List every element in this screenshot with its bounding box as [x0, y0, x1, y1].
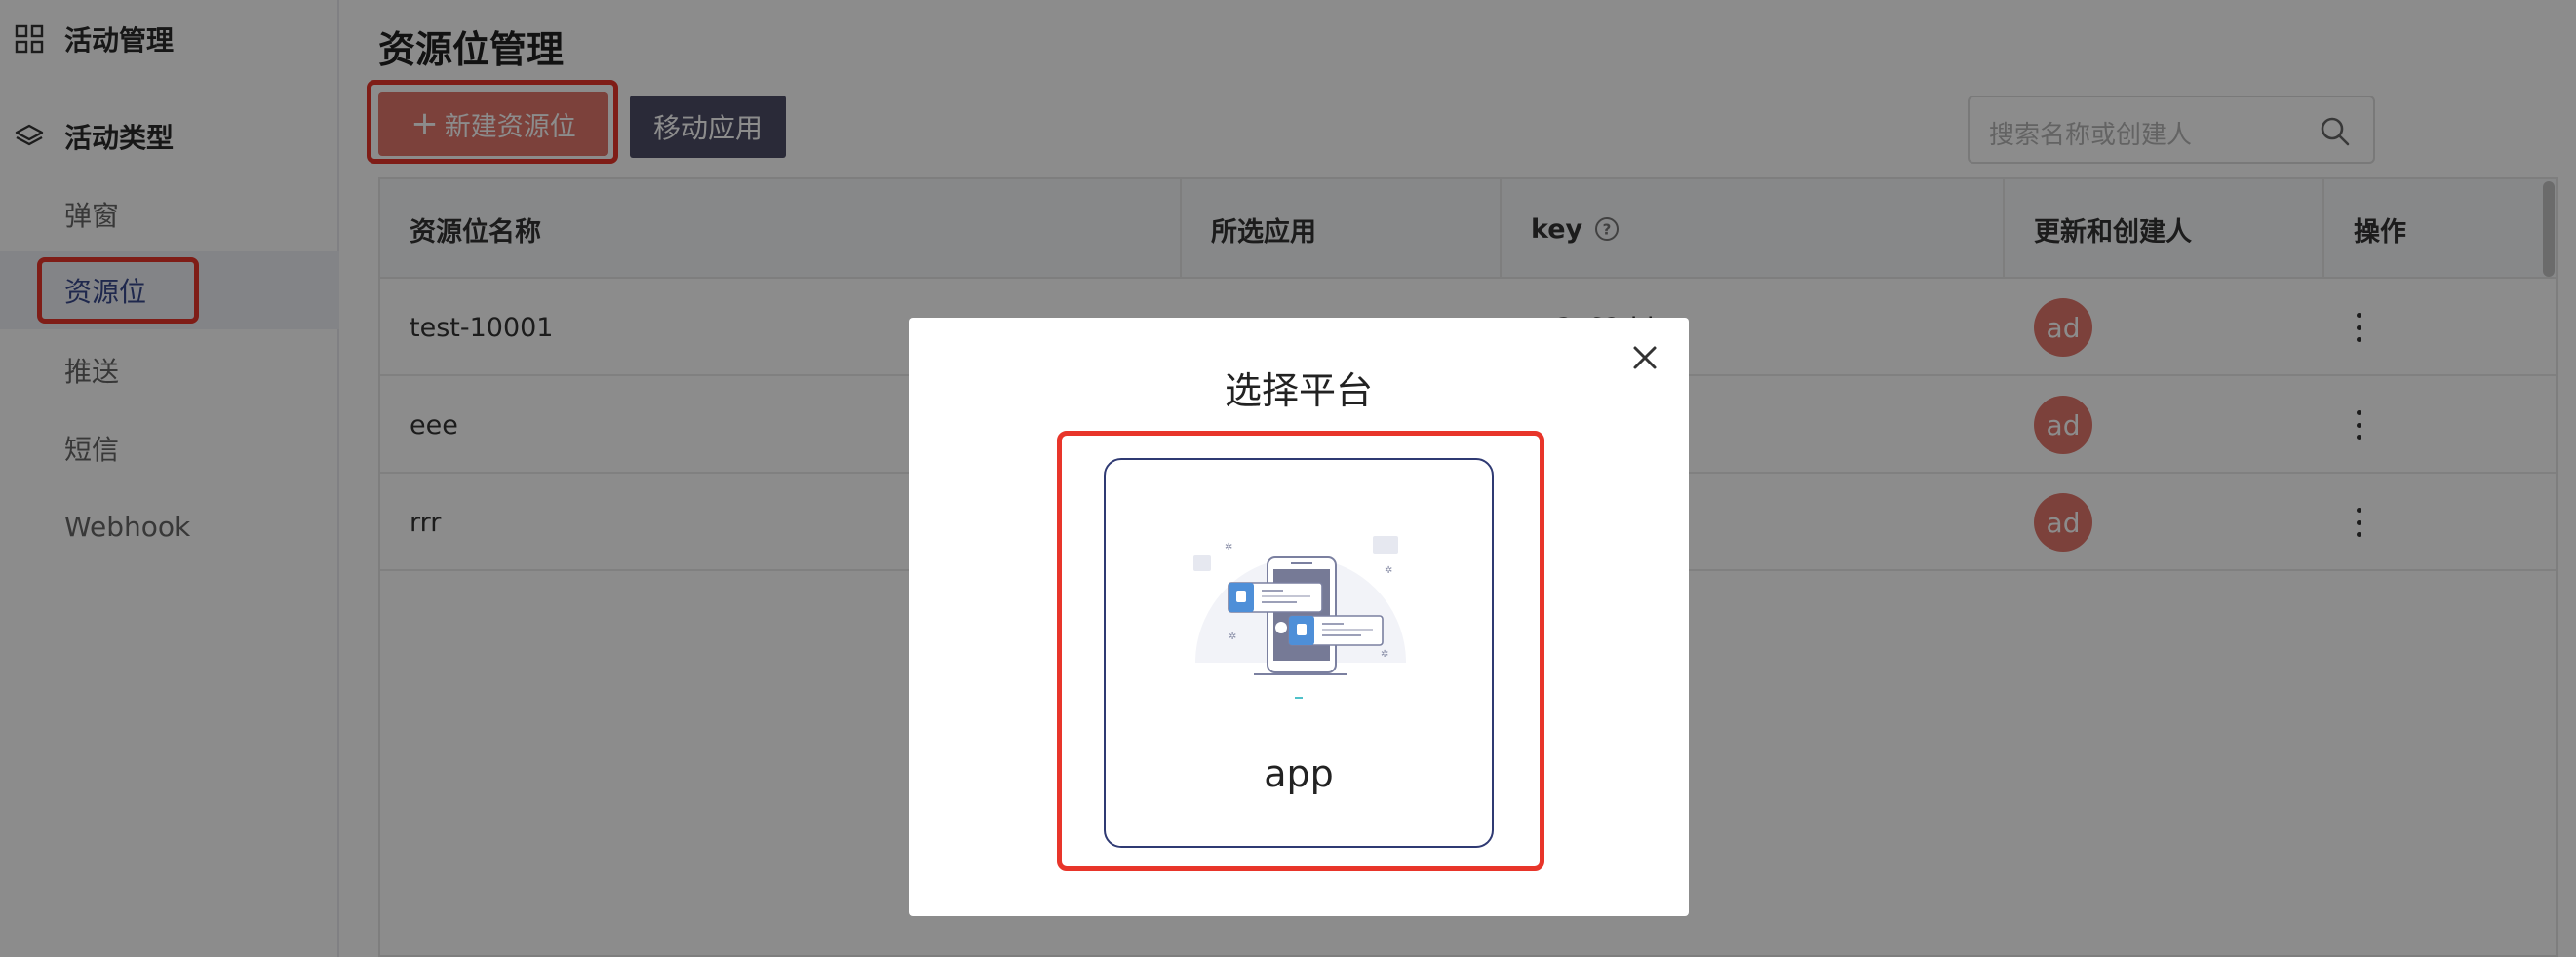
modal-title: 选择平台	[1224, 369, 1373, 412]
platform-label: app	[1264, 752, 1334, 795]
svg-text:✲: ✲	[1225, 542, 1232, 553]
svg-text:✲: ✲	[1385, 565, 1392, 576]
select-platform-modal: 选择平台 ✲ ✲ ✲ ✲ app	[909, 318, 1689, 916]
svg-text:✲: ✲	[1381, 649, 1388, 660]
close-icon[interactable]	[1628, 341, 1661, 374]
phone-messages-illustration: ✲ ✲ ✲ ✲	[1193, 536, 1406, 699]
platform-option-app[interactable]: ✲ ✲ ✲ ✲ app	[1104, 458, 1494, 848]
svg-text:✲: ✲	[1229, 632, 1236, 642]
